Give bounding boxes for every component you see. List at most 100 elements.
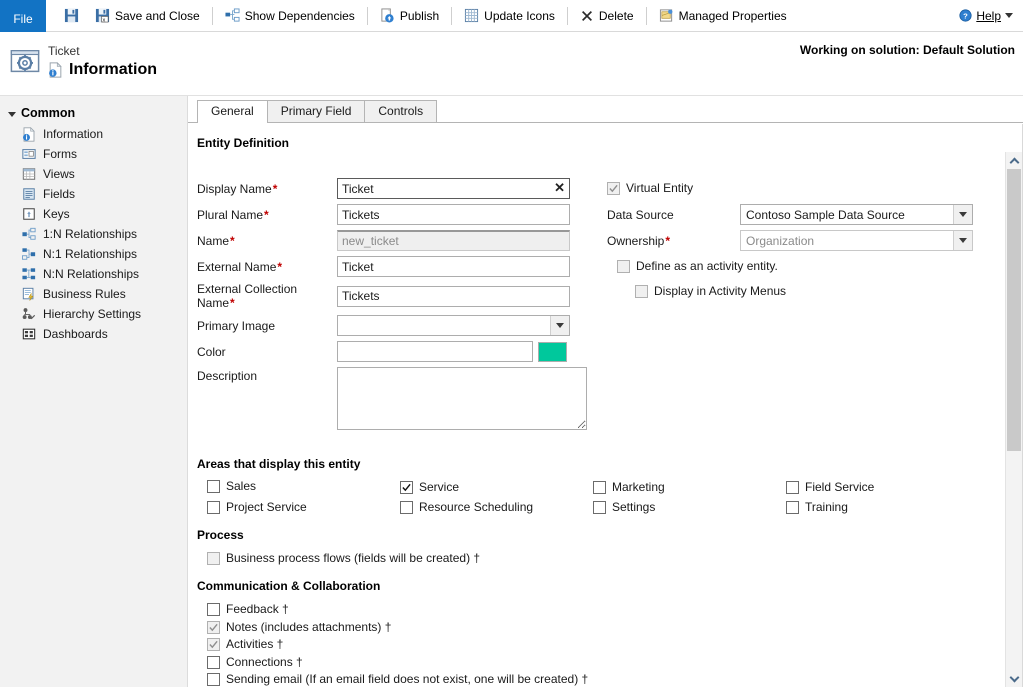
required-marker: *: [273, 182, 278, 196]
field-virtual-entity: Virtual Entity: [607, 178, 1004, 198]
color-swatch[interactable]: [538, 342, 567, 362]
sidebar-item-forms[interactable]: Forms: [0, 144, 187, 164]
field-description: Description: [197, 367, 587, 430]
feedback-row: Feedback †: [207, 602, 1004, 617]
data-source-select[interactable]: Contoso Sample Data Source: [740, 204, 973, 225]
help-menu-button[interactable]: ? Help: [959, 9, 1013, 23]
process-heading: Process: [197, 528, 1004, 542]
publish-button[interactable]: Publish: [372, 5, 447, 26]
information-icon: [22, 127, 36, 142]
primary-image-select[interactable]: [337, 315, 570, 336]
svg-text:?: ?: [963, 12, 968, 21]
connections-checkbox[interactable]: [207, 656, 220, 669]
sidebar-item-label: Forms: [43, 147, 77, 162]
show-dependencies-button[interactable]: Show Dependencies: [217, 5, 363, 26]
ownership-value: Organization: [746, 234, 814, 248]
data-source-value: Contoso Sample Data Source: [746, 208, 905, 222]
show-dependencies-label: Show Dependencies: [245, 9, 355, 23]
sidebar-item-label: Dashboards: [43, 327, 108, 342]
color-input[interactable]: [337, 341, 533, 362]
sidebar-item-business-rules[interactable]: Business Rules: [0, 284, 187, 304]
display-name-wrapper: ✕: [337, 178, 570, 199]
area-marketing-row: Marketing: [593, 480, 786, 495]
tab-controls[interactable]: Controls: [364, 100, 437, 122]
external-name-input[interactable]: [337, 256, 570, 277]
feedback-label: Feedback †: [226, 602, 289, 617]
managed-properties-button[interactable]: Managed Properties: [651, 5, 795, 26]
sidebar-group-common[interactable]: Common: [0, 104, 187, 124]
body: Common Information: [0, 95, 1023, 687]
sidebar-item-label: Information: [43, 127, 103, 142]
connections-label: Connections †: [226, 655, 303, 670]
area-marketing-checkbox[interactable]: [593, 481, 606, 494]
tab-general[interactable]: General: [197, 100, 268, 123]
communication-heading: Communication & Collaboration: [197, 579, 1004, 593]
notes-label: Notes (includes attachments) †: [226, 620, 391, 635]
virtual-entity-checkbox-row: Virtual Entity: [607, 181, 693, 196]
color-label: Color: [197, 345, 337, 359]
sending-email-label: Sending email (If an email field does no…: [226, 672, 588, 687]
forms-icon: [22, 147, 36, 161]
required-marker: *: [277, 260, 282, 274]
notes-checkbox: [207, 621, 220, 634]
sidebar-item-1n-relationships[interactable]: 1:N Relationships: [0, 224, 187, 244]
area-training-label: Training: [805, 500, 848, 515]
scrollbar-thumb[interactable]: [1007, 169, 1021, 451]
feedback-checkbox[interactable]: [207, 603, 220, 616]
name-input: [337, 230, 570, 251]
scroll-up-button[interactable]: [1006, 152, 1022, 169]
delete-button[interactable]: Delete: [572, 6, 642, 26]
update-icons-button[interactable]: Update Icons: [456, 5, 563, 26]
chevron-down-icon[interactable]: [550, 316, 569, 335]
tab-primary-field[interactable]: Primary Field: [267, 100, 366, 122]
area-service-label: Service: [419, 480, 459, 495]
one-to-many-icon: [22, 227, 36, 241]
sidebar-item-fields[interactable]: Fields: [0, 184, 187, 204]
properties-icon: [659, 8, 674, 23]
toolbar-separator: [567, 7, 568, 25]
page-title-text: Information: [69, 61, 157, 79]
save-button[interactable]: [56, 5, 87, 26]
area-sales-checkbox[interactable]: [207, 480, 220, 493]
scroll-down-button[interactable]: [1006, 670, 1022, 687]
publish-label: Publish: [400, 9, 439, 23]
field-external-collection-name: External Collection Name*: [197, 282, 587, 310]
form-right-column: Virtual Entity Data Source Contoso Sampl…: [587, 178, 1004, 435]
many-to-many-icon: [22, 267, 36, 281]
sidebar-item-nn-relationships[interactable]: N:N Relationships: [0, 264, 187, 284]
sidebar-item-dashboards[interactable]: Dashboards: [0, 324, 187, 344]
display-name-input[interactable]: [337, 178, 570, 199]
area-project-service-checkbox[interactable]: [207, 501, 220, 514]
clear-icon[interactable]: ✕: [554, 181, 565, 195]
sidebar-item-information[interactable]: Information: [0, 124, 187, 144]
chevron-down-icon[interactable]: [953, 205, 972, 224]
virtual-entity-checkbox: [607, 182, 620, 195]
sidebar-item-views[interactable]: Views: [0, 164, 187, 184]
file-menu-button[interactable]: File: [0, 0, 46, 32]
information-icon: [48, 62, 63, 78]
solution-context-label: Working on solution: Default Solution: [800, 43, 1015, 57]
external-collection-name-input[interactable]: [337, 286, 570, 307]
field-name: Name*: [197, 230, 587, 251]
publish-icon: [380, 8, 395, 23]
sidebar-navigation: Common Information: [0, 96, 188, 687]
chevron-up-icon: [1009, 157, 1019, 167]
ribbon-toolbar: File x: [0, 0, 1023, 32]
area-field-service-checkbox[interactable]: [786, 481, 799, 494]
sidebar-item-hierarchy-settings[interactable]: Hierarchy Settings: [0, 304, 187, 324]
dependencies-icon: [225, 8, 240, 23]
save-and-close-button[interactable]: x Save and Close: [87, 5, 208, 26]
plural-name-input[interactable]: [337, 204, 570, 225]
area-training-checkbox[interactable]: [786, 501, 799, 514]
sending-email-checkbox[interactable]: [207, 673, 220, 686]
area-service-checkbox[interactable]: [400, 481, 413, 494]
area-settings-checkbox[interactable]: [593, 501, 606, 514]
description-textarea[interactable]: [337, 367, 587, 430]
general-tab-panel: Entity Definition Display Name* ✕: [188, 124, 1023, 687]
entity-definition-heading: Entity Definition: [197, 136, 1004, 150]
area-resource-scheduling-checkbox[interactable]: [400, 501, 413, 514]
required-marker: *: [264, 208, 269, 222]
sidebar-item-n1-relationships[interactable]: N:1 Relationships: [0, 244, 187, 264]
sidebar-item-keys[interactable]: Keys: [0, 204, 187, 224]
vertical-scrollbar[interactable]: [1005, 152, 1022, 687]
